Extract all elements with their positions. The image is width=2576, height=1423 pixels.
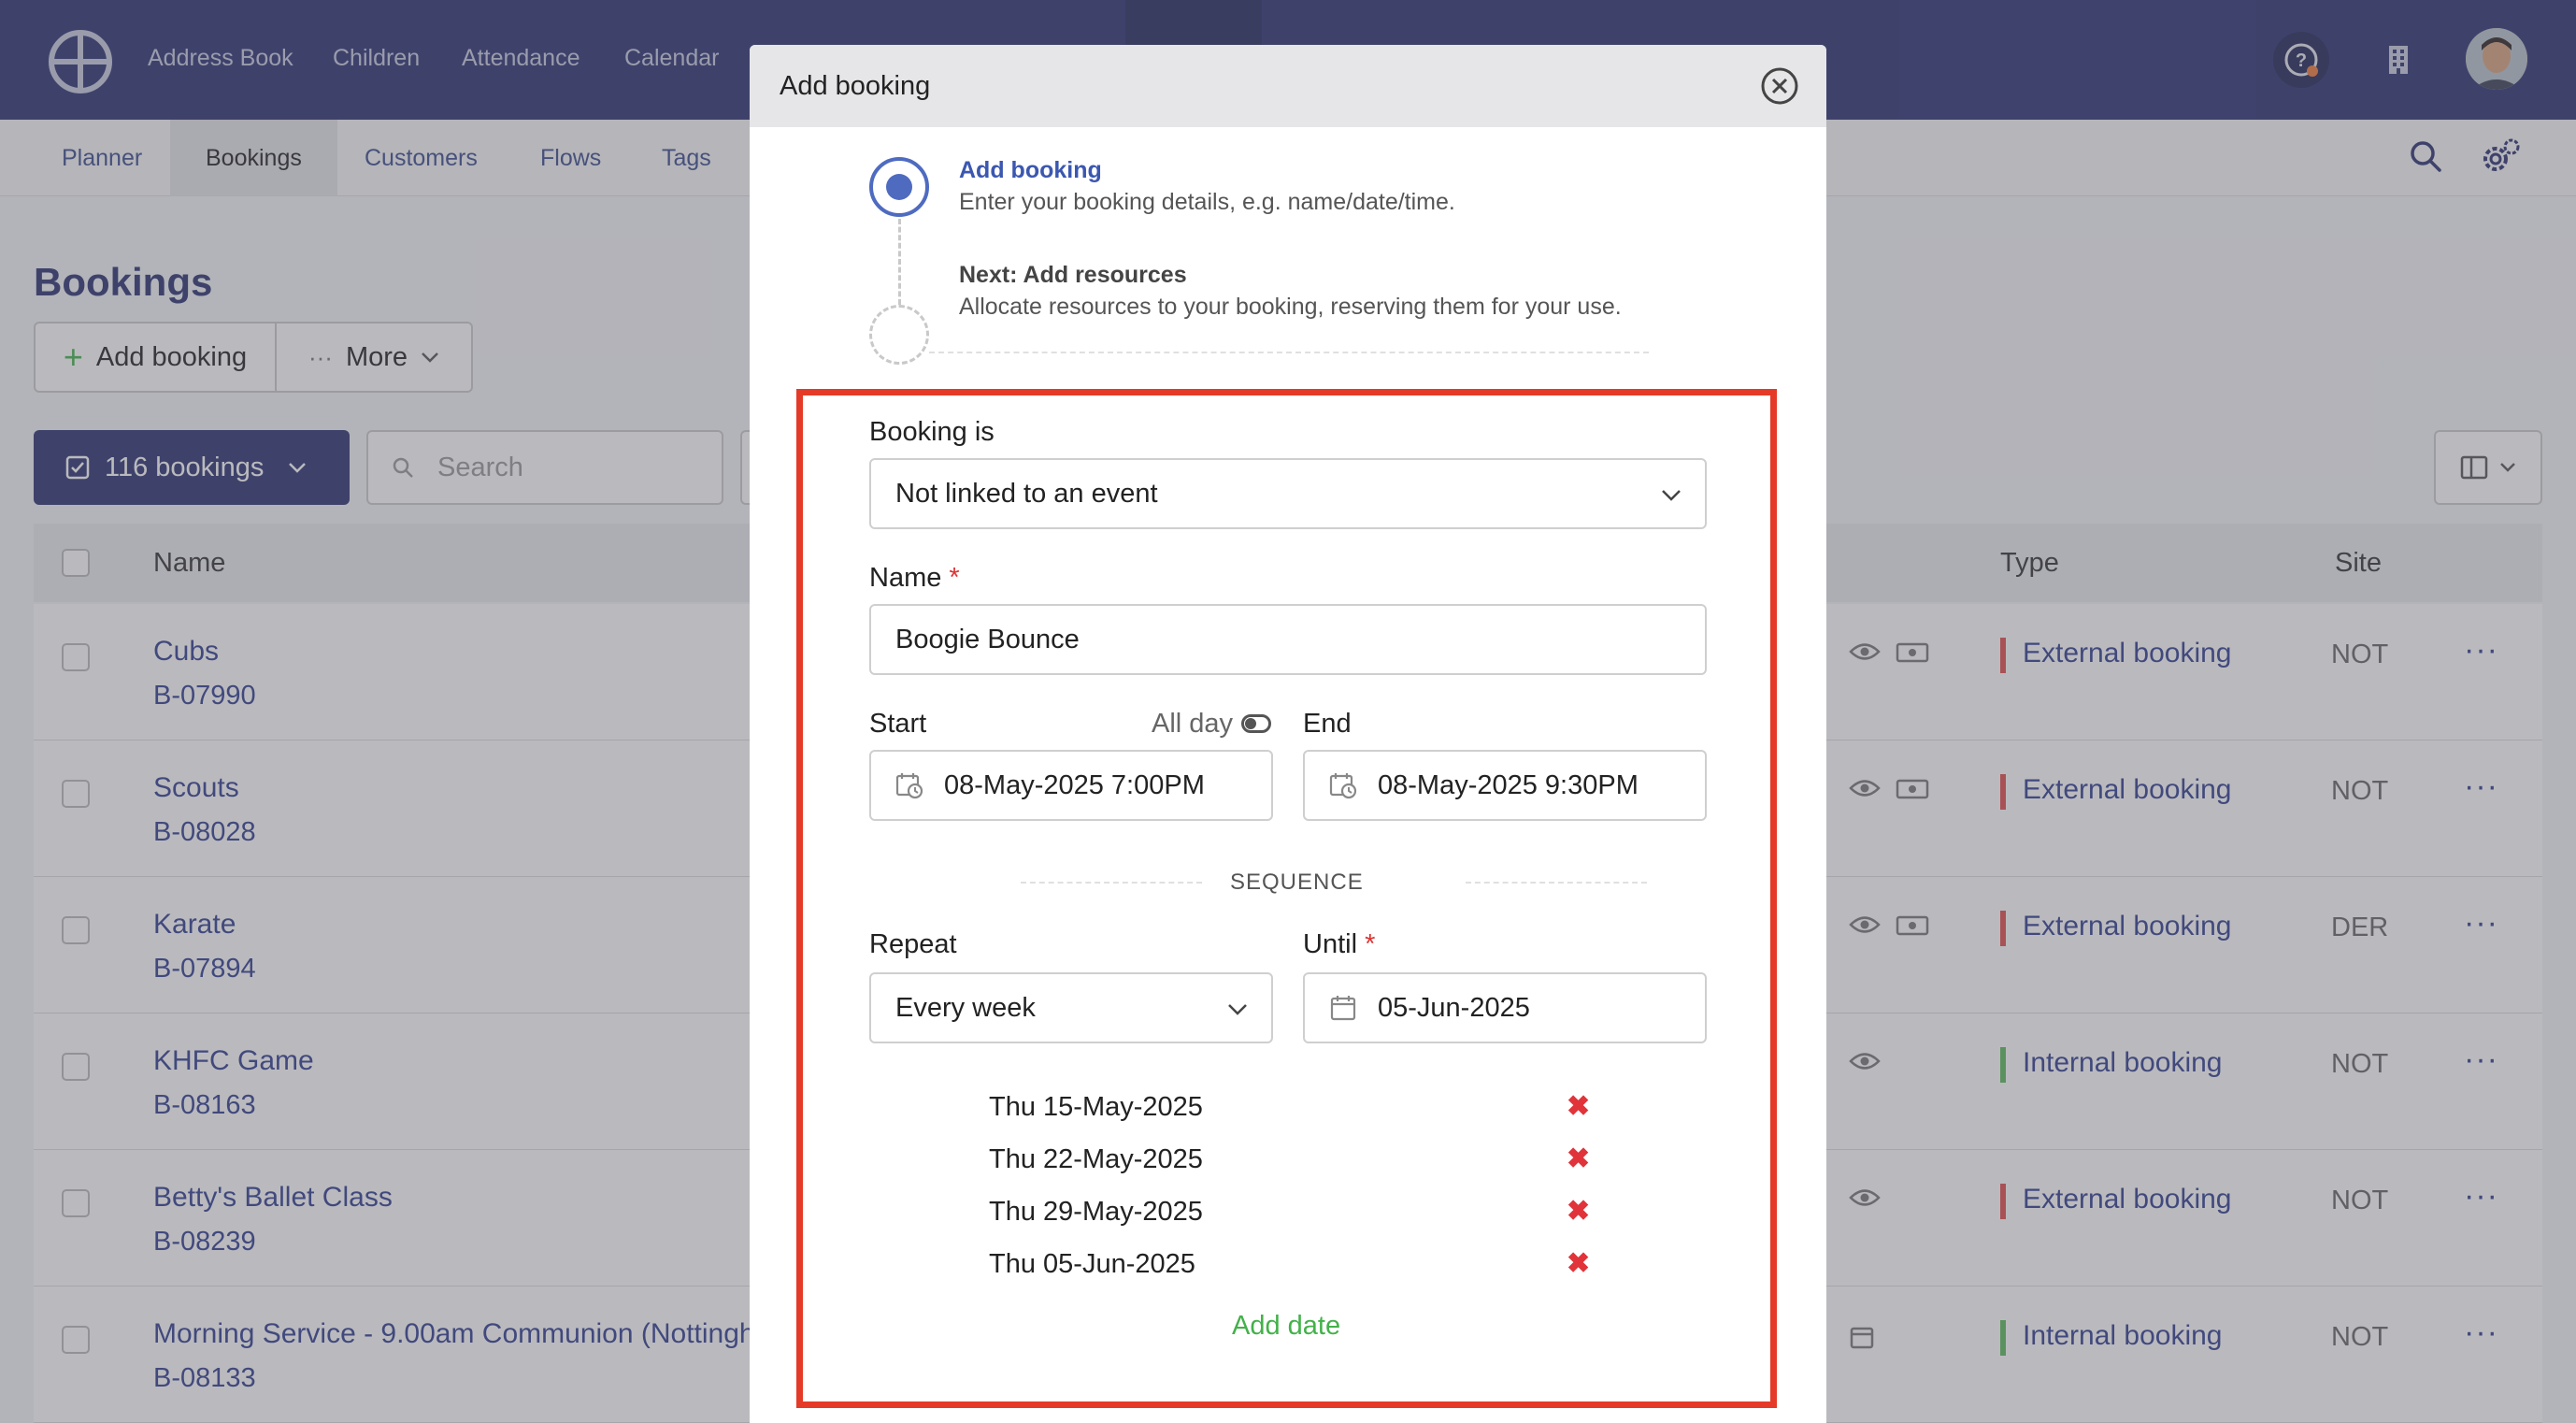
remove-date-icon[interactable]: ✖ xyxy=(1567,1247,1590,1280)
start-datetime-input[interactable]: 08-May-2025 7:00PM xyxy=(869,750,1273,821)
chevron-down-icon xyxy=(1662,490,1681,501)
chevron-down-icon xyxy=(1228,1004,1247,1015)
all-day-toggle[interactable] xyxy=(1241,714,1271,733)
step-connector xyxy=(898,219,901,305)
required-marker: * xyxy=(1365,929,1376,959)
name-input[interactable]: Boogie Bounce xyxy=(869,604,1707,675)
until-date-input[interactable]: 05-Jun-2025 xyxy=(1303,972,1707,1043)
highlight-frame xyxy=(796,389,1777,1408)
calendar-icon xyxy=(1329,994,1357,1022)
repeat-label: Repeat xyxy=(869,929,957,959)
booking-is-select[interactable]: Not linked to an event xyxy=(869,458,1707,529)
sequence-divider-right xyxy=(1466,882,1647,884)
start-datetime-value: 08-May-2025 7:00PM xyxy=(944,769,1205,800)
remove-date-icon[interactable]: ✖ xyxy=(1567,1195,1590,1228)
close-icon[interactable] xyxy=(1759,65,1800,107)
start-label: Start xyxy=(869,709,927,739)
step-next-indicator xyxy=(869,305,929,365)
end-datetime-input[interactable]: 08-May-2025 9:30PM xyxy=(1303,750,1707,821)
step-title-next: Next: Add resources xyxy=(959,262,1187,288)
calendar-clock-icon xyxy=(1329,771,1357,799)
sequence-divider-left xyxy=(1021,882,1202,884)
sequence-date-item: Thu 22-May-2025 xyxy=(989,1144,1203,1174)
name-label-text: Name xyxy=(869,563,942,593)
repeat-select[interactable]: Every week xyxy=(869,972,1273,1043)
until-label: Until * xyxy=(1303,929,1375,960)
booking-is-label: Booking is xyxy=(869,417,995,447)
remove-date-icon[interactable]: ✖ xyxy=(1567,1143,1590,1175)
end-datetime-value: 08-May-2025 9:30PM xyxy=(1378,769,1639,800)
sequence-label: SEQUENCE xyxy=(1230,870,1364,895)
remove-date-icon[interactable]: ✖ xyxy=(1567,1090,1590,1123)
repeat-value: Every week xyxy=(895,992,1036,1023)
name-input-value: Boogie Bounce xyxy=(895,624,1080,654)
booking-is-value: Not linked to an event xyxy=(895,478,1158,509)
end-label: End xyxy=(1303,709,1352,739)
step-title-current: Add booking xyxy=(959,157,1102,183)
calendar-clock-icon xyxy=(895,771,923,799)
sequence-date-item: Thu 05-Jun-2025 xyxy=(989,1249,1195,1279)
step-desc-current: Enter your booking details, e.g. name/da… xyxy=(959,189,1455,215)
all-day-label: All day xyxy=(1152,709,1234,739)
until-date-value: 05-Jun-2025 xyxy=(1378,992,1530,1023)
step-current-indicator xyxy=(869,157,929,217)
required-marker: * xyxy=(949,563,960,593)
sequence-date-item: Thu 29-May-2025 xyxy=(989,1197,1203,1227)
add-date-link[interactable]: Add date xyxy=(1232,1311,1340,1342)
step-divider xyxy=(929,352,1649,353)
until-label-text: Until xyxy=(1303,929,1358,959)
step-desc-next: Allocate resources to your booking, rese… xyxy=(959,294,1622,320)
sequence-date-item: Thu 15-May-2025 xyxy=(989,1092,1203,1122)
modal-title: Add booking xyxy=(780,71,931,101)
modal-header: Add booking xyxy=(750,45,1826,127)
name-label: Name * xyxy=(869,563,960,594)
